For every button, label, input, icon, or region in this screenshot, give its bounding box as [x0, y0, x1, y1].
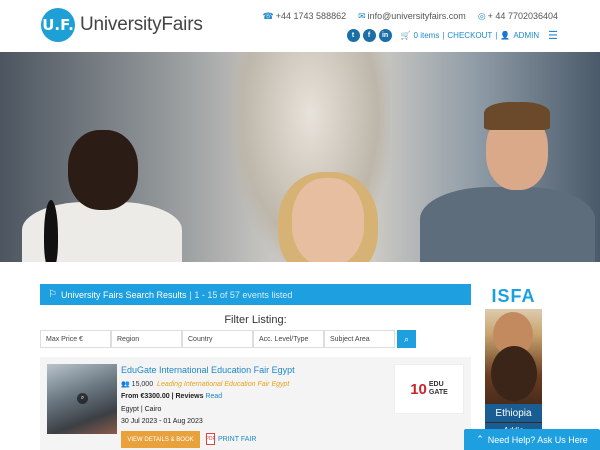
hero-person-2-head	[292, 178, 364, 262]
logo-text-university: University	[80, 14, 162, 35]
fair-dates: 30 Jul 2023 - 01 Aug 2023	[121, 418, 203, 425]
contact-info: ☎ +44 1743 588862 ✉ info@universityfairs.c…	[263, 11, 558, 22]
fair-visitors: 👥 15,000 Leading International Education…	[121, 380, 289, 388]
hero-image	[0, 52, 600, 262]
logo-word-gate: GATE	[428, 389, 448, 396]
hero-person-3-hair	[484, 102, 550, 130]
site-logo[interactable]: U.F. UniversityFairs	[41, 8, 203, 42]
fair-logo: 10 EDU GATE	[394, 364, 464, 414]
email-link[interactable]: ✉ info@universityfairs.com	[358, 11, 466, 22]
phone-icon: ☎	[262, 11, 274, 21]
pdf-icon: PDF	[206, 433, 216, 445]
help-chat-button[interactable]: ⌃ Need Help? Ask Us Here	[464, 429, 600, 450]
menu-icon[interactable]: ☰	[548, 29, 558, 42]
results-count: | 1 - 15 of 57 events listed	[189, 289, 293, 300]
filter-subject-area[interactable]: Subject Area	[324, 330, 395, 348]
logo-text: UniversityFairs	[80, 14, 203, 36]
chevron-up-icon: ⌃	[476, 434, 484, 444]
help-label: Need Help? Ask Us Here	[487, 434, 588, 445]
filter-acc-level[interactable]: Acc. Level/Type	[253, 330, 324, 348]
separator: |	[442, 31, 445, 40]
filter-max-price[interactable]: Max Price €	[40, 330, 111, 348]
users-icon: 👥	[121, 381, 130, 388]
results-header: ⚐ University Fairs Search Results | 1 - …	[40, 284, 471, 305]
cart-links: 🛒 0 items | CHECKOUT | 👤 ADMIN	[401, 31, 540, 40]
logo-mark: U.F.	[41, 8, 75, 42]
price-text: From €3300.00 | Reviews	[121, 393, 204, 400]
flag-icon: ⚐	[48, 289, 57, 300]
results-title: University Fairs Search Results	[60, 289, 187, 300]
whatsapp-icon: ◎	[477, 11, 486, 21]
whatsapp-number: + 44 7702036404	[487, 11, 558, 21]
fair-listing: ⌕ EduGate International Education Fair E…	[40, 357, 471, 450]
zoom-icon[interactable]: ⌕	[77, 393, 88, 404]
filter-region[interactable]: Region	[111, 330, 182, 348]
logo-number: 10	[410, 380, 427, 398]
filter-country[interactable]: Country	[182, 330, 253, 348]
ad-photo-person-2	[491, 346, 537, 401]
email-address: info@universityfairs.com	[367, 11, 466, 21]
visitor-count: 15,000	[131, 381, 154, 388]
hero-person-1-strap	[44, 200, 58, 262]
fair-price: From €3300.00 | Reviews Read	[121, 393, 222, 400]
sidebar-ad[interactable]: ISFA Ethiopia Addis	[485, 284, 542, 450]
view-details-button[interactable]: VIEW DETAILS & BOOK	[121, 431, 200, 448]
hero-person-3-body	[420, 187, 595, 262]
search-icon: ⌕	[403, 333, 410, 344]
ad-country: Ethiopia	[485, 404, 542, 422]
fair-thumbnail[interactable]: ⌕	[47, 364, 117, 434]
print-fair-link[interactable]: PDF PRINT FAIR	[206, 433, 256, 445]
twitter-icon[interactable]: t	[346, 29, 360, 42]
ad-brand: ISFA	[485, 284, 542, 309]
site-header: U.F. UniversityFairs ☎ +44 1743 588862 ✉ i…	[0, 0, 600, 52]
filter-title: Filter Listing:	[224, 314, 287, 326]
hero-person-1-head	[68, 130, 138, 210]
checkout-link[interactable]: CHECKOUT	[447, 31, 492, 40]
cart-link[interactable]: 0 items	[414, 31, 440, 40]
fair-tagline: Leading International Education Fair Egy…	[157, 381, 290, 388]
header-actions: t f in 🛒 0 items | CHECKOUT | 👤 ADMIN ☰	[346, 29, 558, 42]
facebook-icon[interactable]: f	[362, 29, 376, 42]
filter-bar: Max Price € Region Country Acc. Level/Ty…	[40, 330, 416, 348]
reviews-read-link[interactable]: Read	[205, 393, 222, 400]
phone-number: +44 1743 588862	[275, 11, 347, 21]
whatsapp-link[interactable]: ◎ + 44 7702036404	[478, 11, 558, 22]
cart-icon: 🛒	[400, 31, 411, 40]
logo-text-fairs: Fairs	[161, 14, 203, 35]
separator: |	[495, 31, 498, 40]
logo-word-edu: EDU	[428, 381, 444, 388]
fair-location: Egypt | Cairo	[121, 406, 162, 413]
linkedin-icon[interactable]: in	[378, 29, 392, 42]
phone-link[interactable]: ☎ +44 1743 588862	[263, 11, 347, 22]
logo-word: EDU GATE	[429, 381, 448, 397]
fair-title[interactable]: EduGate International Education Fair Egy…	[121, 365, 295, 375]
search-button[interactable]: ⌕	[397, 330, 416, 348]
envelope-icon: ✉	[358, 11, 366, 21]
print-fair-label: PRINT FAIR	[218, 435, 257, 443]
admin-link[interactable]: ADMIN	[513, 31, 539, 40]
user-icon: 👤	[500, 31, 511, 40]
